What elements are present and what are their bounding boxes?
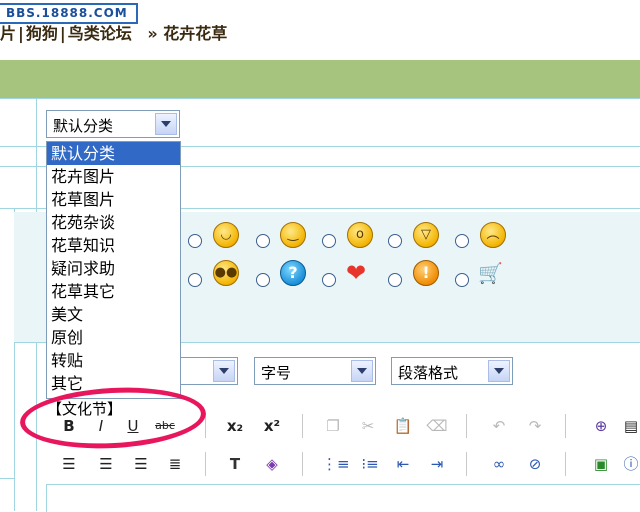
category-option[interactable]: 花草知识 <box>47 234 180 257</box>
smiley-radio[interactable] <box>322 234 336 248</box>
smiley-radio[interactable] <box>188 234 202 248</box>
unordered-list-icon[interactable]: ⁝≡ <box>357 451 383 477</box>
smiley-radio[interactable] <box>455 273 469 287</box>
redo-icon[interactable]: ↷ <box>522 413 548 439</box>
undo-icon[interactable]: ↶ <box>486 413 512 439</box>
copy-icon[interactable]: ❐ <box>320 413 346 439</box>
question-icon: ? <box>280 260 306 286</box>
form-row-divider <box>0 478 14 479</box>
cart-icon: 🛒 <box>478 261 503 285</box>
smile-face-icon: ◡ <box>213 222 239 248</box>
heart-icon: ❤ <box>346 259 367 287</box>
breadcrumb-arrow: » <box>147 24 158 43</box>
text-color-icon[interactable]: T <box>222 451 248 477</box>
align-center-icon[interactable]: ☰ <box>93 451 119 477</box>
info-icon[interactable]: ⓘ <box>618 451 640 477</box>
unlink-icon[interactable]: ⊘ <box>522 451 548 477</box>
subscript-button[interactable]: x₂ <box>222 413 248 439</box>
category-option[interactable]: 默认分类 <box>47 142 180 165</box>
toolbar-separator <box>466 452 467 476</box>
toolbar-separator <box>302 414 303 438</box>
chevron-down-icon[interactable] <box>155 113 177 135</box>
align-left-icon[interactable]: ☰ <box>56 451 82 477</box>
breadcrumb-current-forum[interactable]: 花卉花草 <box>163 24 227 43</box>
category-option[interactable]: 花卉图片 <box>47 165 180 188</box>
category-option[interactable]: 美文 <box>47 303 180 326</box>
toolbar-separator <box>205 452 206 476</box>
form-border <box>0 98 640 99</box>
smiley-radio[interactable] <box>256 234 270 248</box>
smiley-radio[interactable] <box>188 273 202 287</box>
background-color-icon[interactable]: ◈ <box>259 451 285 477</box>
breadcrumb-separator: | <box>59 24 66 43</box>
category-option[interactable]: 转贴 <box>47 349 180 372</box>
document-icon[interactable]: ▤ <box>618 413 640 439</box>
paragraph-format-value: 段落格式 <box>398 364 459 382</box>
cool-face-icon: ●● <box>213 260 239 286</box>
smiley-radio[interactable] <box>322 273 336 287</box>
breadcrumb: 片 | 狗狗 | 鸟类论坛 » 花卉花草 <box>0 22 227 46</box>
toolbar-separator <box>565 414 566 438</box>
category-option[interactable]: 花草图片 <box>47 188 180 211</box>
toolbar-separator <box>565 452 566 476</box>
indent-icon[interactable]: ⇥ <box>424 451 450 477</box>
category-option[interactable]: 花草其它 <box>47 280 180 303</box>
font-size-value: 字号 <box>261 364 292 382</box>
toolbar-separator <box>302 452 303 476</box>
image-icon[interactable]: ▣ <box>588 451 614 477</box>
chevron-down-icon[interactable] <box>488 360 510 382</box>
smiley-radio[interactable] <box>388 234 402 248</box>
exclamation-icon: ! <box>413 260 439 286</box>
breadcrumb-separator: | <box>18 24 24 43</box>
editor-content-area[interactable] <box>46 484 640 512</box>
ordered-list-icon[interactable]: ⋮≡ <box>322 451 350 477</box>
insert-page-icon[interactable]: ⊕ <box>588 413 614 439</box>
category-option[interactable]: 原创 <box>47 326 180 349</box>
smiley-radio[interactable] <box>256 273 270 287</box>
outdent-icon[interactable]: ⇤ <box>390 451 416 477</box>
category-dropdown-list: 默认分类 花卉图片 花草图片 花苑杂谈 花草知识 疑问求助 花草其它 美文 原创… <box>46 141 181 399</box>
paste-icon[interactable]: 📋 <box>390 413 416 439</box>
site-watermark: BBS.18888.COM <box>0 3 138 24</box>
angry-face-icon: ︵ <box>480 222 506 248</box>
cut-icon[interactable]: ✂ <box>355 413 381 439</box>
eraser-icon[interactable]: ⌫ <box>424 413 450 439</box>
header-green-bar <box>0 60 640 98</box>
breadcrumb-link-dogs[interactable]: 狗狗 <box>26 24 58 43</box>
align-right-icon[interactable]: ☰ <box>128 451 154 477</box>
font-size-select[interactable]: 字号 <box>254 357 376 385</box>
link-icon[interactable]: ∞ <box>486 451 512 477</box>
grin-face-icon: ‿ <box>280 222 306 248</box>
align-justify-icon[interactable]: ≣ <box>162 451 188 477</box>
category-select-value: 默认分类 <box>53 117 114 135</box>
category-option[interactable]: 花苑杂谈 <box>47 211 180 234</box>
font-family-select[interactable] <box>180 357 238 385</box>
chevron-down-icon[interactable] <box>351 360 373 382</box>
smiley-radio[interactable] <box>388 273 402 287</box>
category-option[interactable]: 疑问求助 <box>47 257 180 280</box>
smiley-radio[interactable] <box>455 234 469 248</box>
laugh-face-icon: ▽ <box>413 222 439 248</box>
chevron-down-icon[interactable] <box>213 360 235 382</box>
breadcrumb-link-birds[interactable]: 鸟类论坛 <box>68 24 132 43</box>
breadcrumb-link-pictures[interactable]: 片 <box>0 24 16 43</box>
superscript-button[interactable]: x² <box>259 413 285 439</box>
surprised-face-icon: o <box>347 222 373 248</box>
paragraph-format-select[interactable]: 段落格式 <box>391 357 513 385</box>
toolbar-separator <box>466 414 467 438</box>
category-select[interactable]: 默认分类 <box>46 110 180 138</box>
